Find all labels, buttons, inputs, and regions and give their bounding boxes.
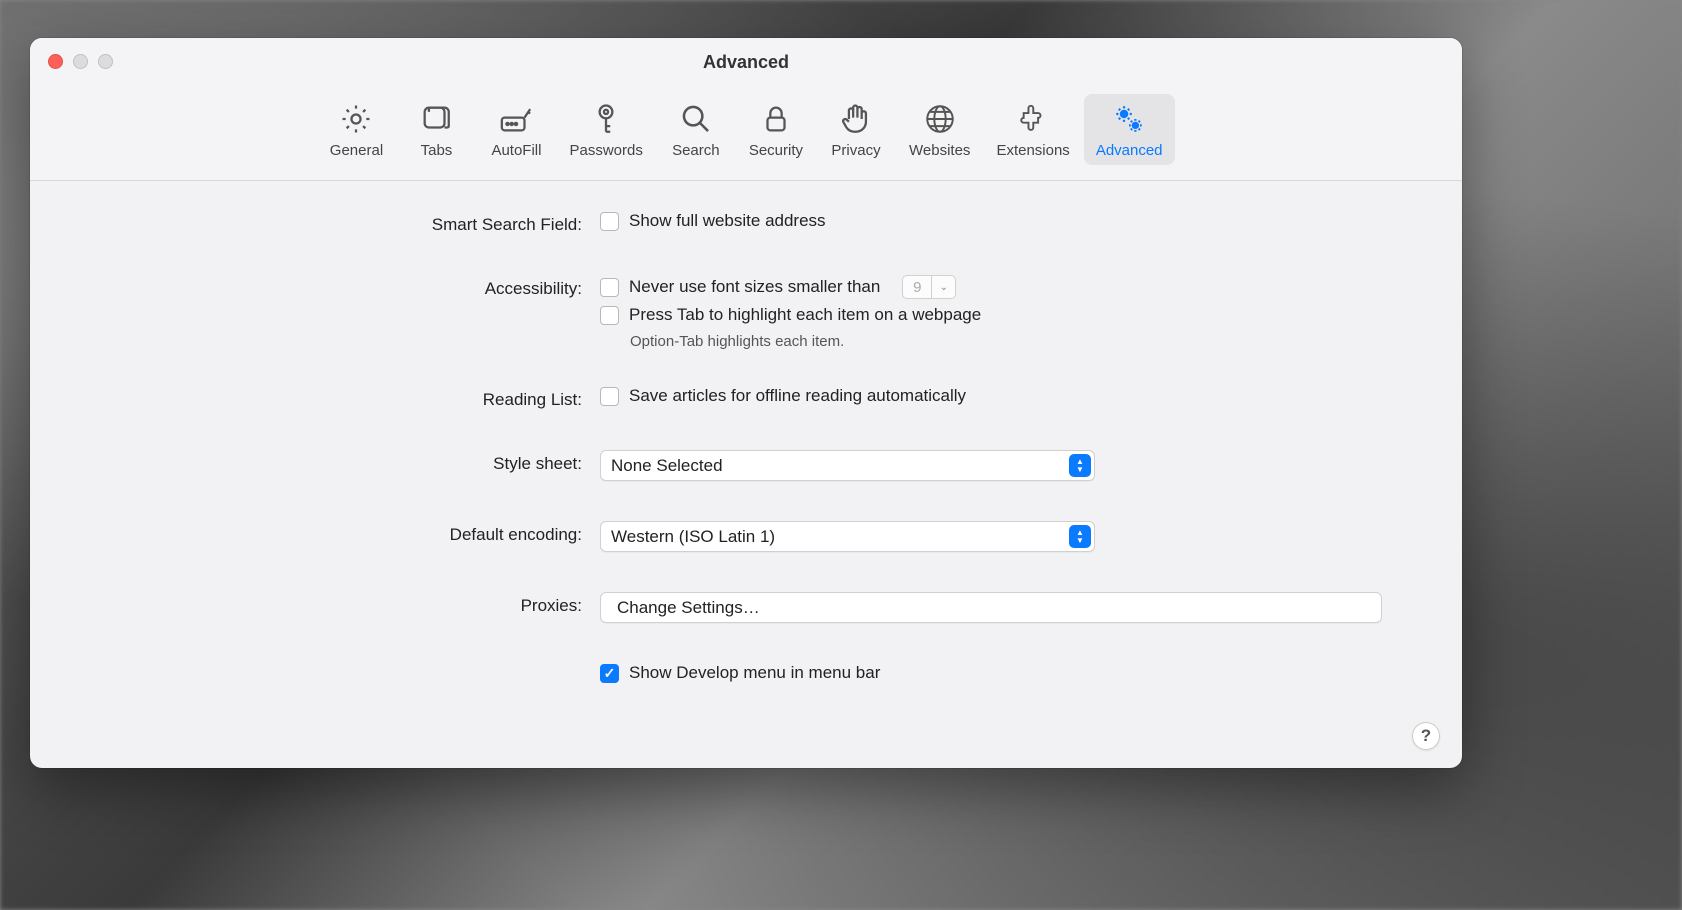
proxies-label: Proxies: [110, 592, 600, 616]
tab-passwords[interactable]: Passwords [557, 94, 654, 165]
gear-icon [337, 100, 375, 138]
preferences-window: Advanced General Tabs AutoFill Passwor [30, 38, 1462, 768]
press-tab-label: Press Tab to highlight each item on a we… [629, 305, 981, 325]
change-settings-button[interactable]: Change Settings… [600, 592, 1382, 623]
font-size-value: 9 [902, 275, 932, 299]
tab-label: Websites [909, 142, 970, 159]
zoom-button[interactable] [98, 54, 113, 69]
smart-search-label: Smart Search Field: [110, 211, 600, 235]
font-size-stepper[interactable]: 9 ⌄ [902, 275, 956, 299]
tab-label: Search [672, 142, 720, 159]
tab-label: General [330, 142, 383, 159]
chevron-down-icon[interactable]: ⌄ [932, 275, 956, 299]
tab-label: Passwords [569, 142, 642, 159]
tab-general[interactable]: General [317, 94, 395, 165]
help-button[interactable]: ? [1412, 722, 1440, 750]
tab-websites[interactable]: Websites [897, 94, 982, 165]
tab-advanced[interactable]: Advanced [1084, 94, 1175, 165]
default-encoding-select[interactable]: Western (ISO Latin 1) ▲▼ [600, 521, 1095, 552]
lock-icon [757, 100, 795, 138]
select-arrows-icon: ▲▼ [1069, 454, 1091, 477]
help-icon: ? [1421, 726, 1431, 746]
never-font-smaller-label: Never use font sizes smaller than [629, 277, 880, 297]
preferences-toolbar: General Tabs AutoFill Passwords Search [30, 86, 1462, 181]
never-font-smaller-checkbox[interactable] [600, 278, 619, 297]
tab-autofill[interactable]: AutoFill [477, 94, 555, 165]
tab-security[interactable]: Security [737, 94, 815, 165]
show-full-address-label: Show full website address [629, 211, 826, 231]
tab-label: Advanced [1096, 142, 1163, 159]
tab-extensions[interactable]: Extensions [984, 94, 1081, 165]
tab-label: Extensions [996, 142, 1069, 159]
autofill-icon [497, 100, 535, 138]
key-icon [587, 100, 625, 138]
style-sheet-value: None Selected [611, 456, 723, 476]
tab-tabs[interactable]: Tabs [397, 94, 475, 165]
style-sheet-label: Style sheet: [110, 450, 600, 474]
default-encoding-label: Default encoding: [110, 521, 600, 545]
option-tab-hint: Option-Tab highlights each item. [630, 333, 1382, 350]
press-tab-checkbox[interactable] [600, 306, 619, 325]
tab-label: Tabs [421, 142, 453, 159]
smart-search-row: Smart Search Field: Show full website ad… [110, 211, 1382, 235]
accessibility-label: Accessibility: [110, 275, 600, 299]
content-area: Smart Search Field: Show full website ad… [30, 181, 1462, 711]
reading-list-row: Reading List: Save articles for offline … [110, 386, 1382, 410]
tab-privacy[interactable]: Privacy [817, 94, 895, 165]
save-offline-checkbox[interactable] [600, 387, 619, 406]
show-develop-menu-checkbox[interactable] [600, 664, 619, 683]
develop-row: Show Develop menu in menu bar [110, 663, 1382, 683]
style-sheet-row: Style sheet: None Selected ▲▼ [110, 450, 1382, 481]
tab-label: AutoFill [491, 142, 541, 159]
tab-label: Privacy [831, 142, 880, 159]
save-offline-label: Save articles for offline reading automa… [629, 386, 966, 406]
accessibility-row: Accessibility: Never use font sizes smal… [110, 275, 1382, 356]
default-encoding-row: Default encoding: Western (ISO Latin 1) … [110, 521, 1382, 552]
puzzle-icon [1014, 100, 1052, 138]
style-sheet-select[interactable]: None Selected ▲▼ [600, 450, 1095, 481]
select-arrows-icon: ▲▼ [1069, 525, 1091, 548]
minimize-button[interactable] [73, 54, 88, 69]
tab-search[interactable]: Search [657, 94, 735, 165]
search-icon [677, 100, 715, 138]
show-develop-menu-label: Show Develop menu in menu bar [629, 663, 880, 683]
reading-list-label: Reading List: [110, 386, 600, 410]
titlebar: Advanced [30, 38, 1462, 86]
traffic-lights [48, 54, 113, 69]
gears-icon [1110, 100, 1148, 138]
show-full-address-checkbox[interactable] [600, 212, 619, 231]
hand-icon [837, 100, 875, 138]
window-title: Advanced [703, 52, 789, 73]
change-settings-label: Change Settings… [617, 598, 760, 618]
tab-label: Security [749, 142, 803, 159]
tabs-icon [417, 100, 455, 138]
globe-icon [921, 100, 959, 138]
close-button[interactable] [48, 54, 63, 69]
proxies-row: Proxies: Change Settings… [110, 592, 1382, 623]
default-encoding-value: Western (ISO Latin 1) [611, 527, 775, 547]
